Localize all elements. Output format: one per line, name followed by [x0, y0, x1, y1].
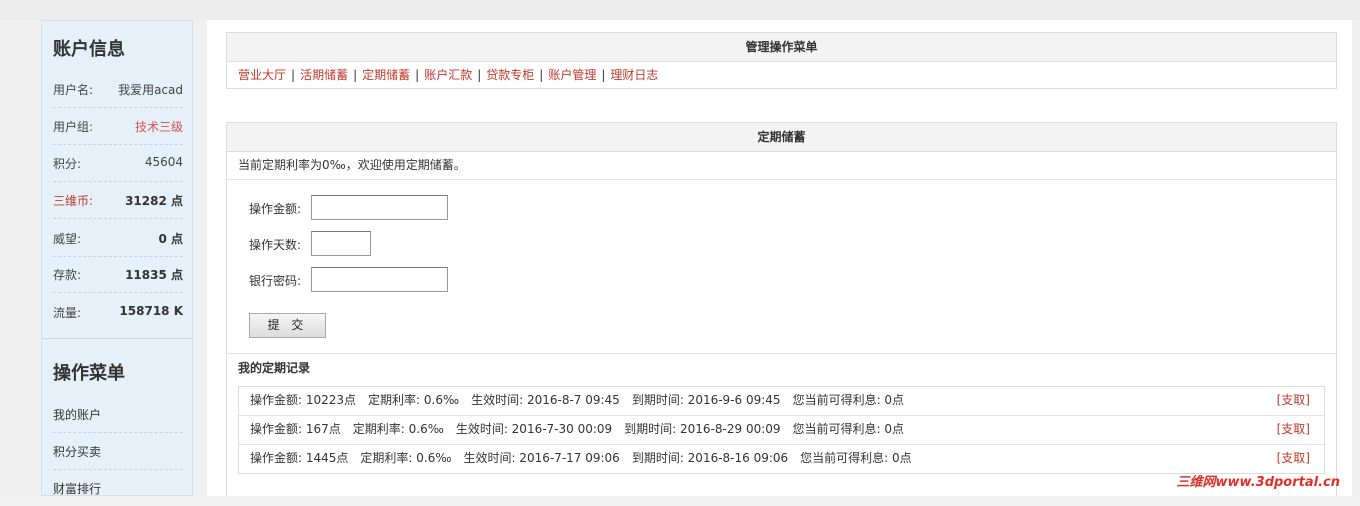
record-row: 操作金额: 10223点 定期利率: 0.6‰ 生效时间: 2016-8-7 09:… — [239, 387, 1324, 416]
traffic-value: 158718 K — [119, 304, 183, 318]
sidebar-item-label: 财富排行 — [53, 482, 102, 496]
sidebar-item-points-trade[interactable]: 积分买卖 — [53, 432, 183, 470]
usergroup-value[interactable]: 技术三级 — [135, 118, 183, 135]
account-row-points: 积分: 45604 — [53, 144, 183, 182]
records-list: 操作金额: 10223点 定期利率: 0.6‰ 生效时间: 2016-8-7 09:… — [238, 386, 1325, 474]
sidebar-item-my-account[interactable]: 我的账户 — [53, 395, 183, 433]
record-interest: 您当前可得利息: 0点 — [792, 422, 905, 436]
record-end: 到期时间: 2016-8-29 00:09 — [624, 422, 781, 436]
account-row-username: 用户名: 我爱用acad — [53, 70, 183, 108]
record-amount: 操作金额: 1445点 — [250, 451, 349, 465]
account-row-traffic: 流量: 158718 K — [53, 293, 183, 330]
link-fixed-savings[interactable]: 定期储蓄 — [362, 68, 410, 82]
record-amount: 操作金额: 167点 — [250, 422, 341, 436]
days-input[interactable] — [311, 231, 371, 256]
top-strip — [0, 0, 1360, 20]
password-label: 银行密码: — [249, 274, 302, 288]
points-value: 45604 — [144, 155, 183, 169]
prestige-label: 威望: — [53, 232, 82, 246]
link-loans[interactable]: 贷款专柜 — [486, 68, 534, 82]
deposit-value: 11835 点 — [125, 268, 183, 282]
record-start: 生效时间: 2016-8-7 09:45 — [471, 393, 620, 407]
username-label: 用户名: — [53, 83, 94, 97]
record-row: 操作金额: 1445点 定期利率: 0.6‰ 生效时间: 2016-7-17 09:… — [239, 445, 1324, 473]
sidebar-item-wealth-ranking[interactable]: 财富排行 — [53, 469, 183, 506]
record-start: 生效时间: 2016-7-30 00:09 — [455, 422, 613, 436]
days-label: 操作天数: — [249, 238, 302, 252]
link-account-management[interactable]: 账户管理 — [548, 68, 596, 82]
traffic-label: 流量: — [53, 306, 82, 320]
account-row-usergroup: 用户组: 技术三级 — [53, 107, 183, 145]
account-row-deposit: 存款: 11835 点 — [53, 255, 183, 293]
manage-menu-title: 管理操作菜单 — [227, 33, 1336, 62]
record-interest: 您当前可得利息: 0点 — [792, 393, 905, 407]
link-finance-log[interactable]: 理财日志 — [610, 68, 658, 82]
record-amount: 操作金额: 10223点 — [250, 393, 357, 407]
account-row-prestige: 威望: 0 点 — [53, 219, 183, 257]
withdraw-link[interactable]: [支取] — [1277, 387, 1310, 414]
amount-input[interactable] — [311, 195, 448, 220]
record-rate: 定期利率: 0.6‰ — [352, 422, 444, 436]
site-watermark: 三维网www.3dportal.cn — [1176, 475, 1340, 490]
username-value: 我爱用acad — [118, 83, 183, 97]
record-interest: 您当前可得利息: 0点 — [800, 451, 912, 465]
deposit-label: 存款: — [53, 268, 82, 282]
record-row: 操作金额: 167点 定期利率: 0.6‰ 生效时间: 2016-7-30 00:0… — [239, 416, 1324, 445]
record-end: 到期时间: 2016-8-16 09:06 — [631, 451, 789, 465]
coins-label: 三维币: — [53, 194, 94, 208]
coins-value: 31282 点 — [125, 194, 183, 208]
manage-menu-panel: 管理操作菜单 营业大厅 | 活期储蓄 | 定期储蓄 | 账户汇款 | 贷款专柜 | 账户管理 | 理财日… — [226, 32, 1337, 89]
fixed-deposit-panel: 定期储蓄 当前定期利率为0‰，欢迎使用定期储蓄。 操作金额: 操作天数: 银行密… — [226, 122, 1337, 496]
record-rate: 定期利率: 0.6‰ — [368, 393, 460, 407]
link-business-hall[interactable]: 营业大厅 — [238, 68, 286, 82]
link-remittance[interactable]: 账户汇款 — [424, 68, 472, 82]
submit-button[interactable]: 提 交 — [249, 313, 326, 338]
sidebar-item-label: 积分买卖 — [53, 445, 102, 459]
withdraw-link[interactable]: [支取] — [1277, 445, 1310, 472]
record-rate: 定期利率: 0.6‰ — [360, 451, 452, 465]
operations-menu-title: 操作菜单 — [53, 363, 125, 384]
account-row-coins: 三维币: 31282 点 — [53, 181, 183, 219]
password-input[interactable] — [311, 267, 448, 292]
amount-label: 操作金额: — [249, 202, 302, 216]
records-title: 我的定期记录 — [227, 353, 1336, 381]
sidebar: 账户信息 用户名: 我爱用acad 用户组: 技术三级 积分: 45604 三维… — [41, 20, 193, 496]
manage-menu-links: 营业大厅 | 活期储蓄 | 定期储蓄 | 账户汇款 | 贷款专柜 | 账户管理 | 理财日志 — [238, 68, 659, 82]
usergroup-label: 用户组: — [53, 120, 94, 134]
account-info-title: 账户信息 — [53, 39, 125, 60]
points-label: 积分: — [53, 157, 82, 171]
withdraw-link[interactable]: [支取] — [1277, 416, 1310, 443]
record-end: 到期时间: 2016-9-6 09:45 — [631, 393, 781, 407]
sidebar-item-label: 我的账户 — [53, 408, 102, 422]
fixed-deposit-title: 定期储蓄 — [227, 123, 1336, 152]
sidebar-divider — [42, 338, 192, 339]
rate-notice: 当前定期利率为0‰，欢迎使用定期储蓄。 — [227, 152, 1336, 180]
main-content: 管理操作菜单 营业大厅 | 活期储蓄 | 定期储蓄 | 账户汇款 | 贷款专柜 | 账户管理 | 理财日… — [207, 20, 1352, 496]
prestige-value: 0 点 — [158, 232, 183, 246]
link-demand-savings[interactable]: 活期储蓄 — [300, 68, 348, 82]
record-start: 生效时间: 2016-7-17 09:06 — [463, 451, 620, 465]
